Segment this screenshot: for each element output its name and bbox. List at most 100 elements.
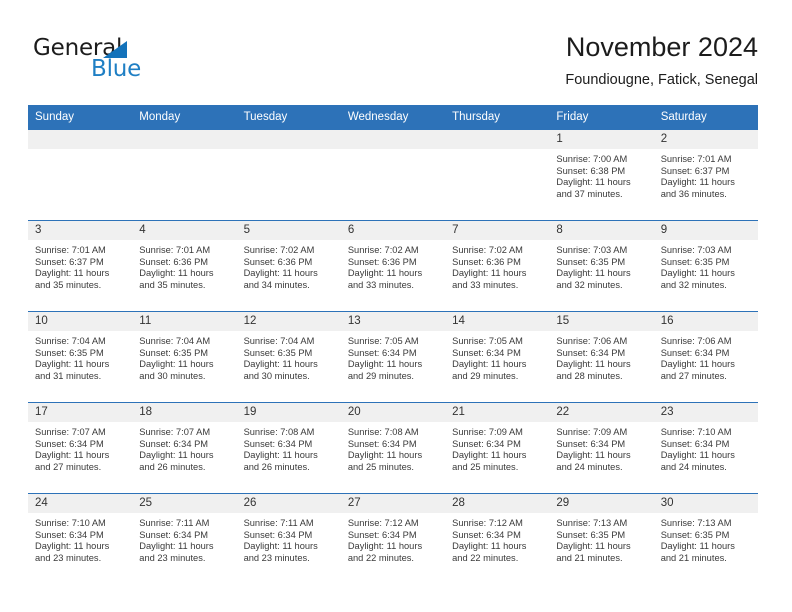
calendar-day-cell[interactable]: 10 Sunrise: 7:04 AM Sunset: 6:35 PM Dayligh… <box>28 311 133 403</box>
sunrise-text: Sunrise: 7:05 AM <box>347 336 419 346</box>
daylight-text-line1: Daylight: 11 hours <box>347 450 423 461</box>
day-details: Sunrise: 7:01 AM Sunset: 6:37 PM Daylight:… <box>654 149 758 200</box>
sunset-text: Sunset: 6:38 PM <box>556 165 626 176</box>
daylight-text-line2: and 33 minutes. <box>452 279 519 290</box>
calendar-day-cell[interactable]: 7 Sunrise: 7:02 AM Sunset: 6:36 PM Daylight… <box>445 220 550 312</box>
calendar-day-cell[interactable]: 22 Sunrise: 7:09 AM Sunset: 6:34 PM Dayligh… <box>549 402 654 494</box>
calendar-day-cell[interactable]: 21 Sunrise: 7:09 AM Sunset: 6:34 PM Dayligh… <box>445 402 550 494</box>
calendar-day-cell[interactable]: 17 Sunrise: 7:07 AM Sunset: 6:34 PM Dayligh… <box>28 402 133 494</box>
calendar-day-cell[interactable]: 4 Sunrise: 7:01 AM Sunset: 6:36 PM Daylight… <box>132 220 237 312</box>
day-details: Sunrise: 7:06 AM Sunset: 6:34 PM Daylight:… <box>549 331 653 382</box>
sunrise-text: Sunrise: 7:12 AM <box>347 518 419 528</box>
calendar-day-cell[interactable]: 6 Sunrise: 7:02 AM Sunset: 6:36 PM Daylight… <box>340 220 446 312</box>
day-details: Sunrise: 7:09 AM Sunset: 6:34 PM Daylight:… <box>445 422 549 473</box>
calendar-day-cell[interactable]: 13 Sunrise: 7:05 AM Sunset: 6:34 PM Dayligh… <box>340 311 446 403</box>
calendar-week-row: 24 Sunrise: 7:10 AM Sunset: 6:34 PM Dayligh… <box>28 493 758 584</box>
day-number: 27 <box>340 494 446 513</box>
daylight-text-line1: Daylight: 11 hours <box>139 541 214 552</box>
sunset-text: Sunset: 6:34 PM <box>452 347 521 358</box>
calendar-day-cell[interactable]: 30 Sunrise: 7:13 AM Sunset: 6:35 PM Dayligh… <box>653 493 758 584</box>
calendar-day-cell[interactable]: 5 Sunrise: 7:02 AM Sunset: 6:36 PM Daylight… <box>236 220 341 312</box>
logo-text-blue: Blue <box>91 56 142 82</box>
daylight-text-line1: Daylight: 11 hours <box>660 541 735 552</box>
day-number: 5 <box>236 221 341 240</box>
calendar-day-cell[interactable]: 2 Sunrise: 7:01 AM Sunset: 6:37 PM Daylight… <box>653 130 758 221</box>
sunset-text: Sunset: 6:34 PM <box>556 347 626 358</box>
daylight-text-line2: and 23 minutes. <box>139 552 206 563</box>
general-blue-logo[interactable]: General Blue <box>33 36 213 86</box>
daylight-text-line2: and 35 minutes. <box>139 279 206 290</box>
daylight-text-line1: Daylight: 11 hours <box>243 450 318 461</box>
day-details: Sunrise: 7:06 AM Sunset: 6:34 PM Daylight:… <box>654 331 758 382</box>
sunrise-text: Sunrise: 7:04 AM <box>139 336 211 346</box>
calendar-day-cell[interactable]: 8 Sunrise: 7:03 AM Sunset: 6:35 PM Daylight… <box>549 220 654 312</box>
calendar-cell-empty <box>132 130 237 221</box>
day-number: 3 <box>28 221 133 240</box>
daylight-text-line1: Daylight: 11 hours <box>452 450 527 461</box>
calendar-week-row: 1 Sunrise: 7:00 AM Sunset: 6:38 PM Daylight… <box>28 130 758 221</box>
daylight-text-line2: and 33 minutes. <box>347 279 414 290</box>
calendar-week-row: 10 Sunrise: 7:04 AM Sunset: 6:35 PM Dayligh… <box>28 311 758 403</box>
day-details: Sunrise: 7:09 AM Sunset: 6:34 PM Daylight:… <box>549 422 653 473</box>
day-number: 17 <box>28 403 133 422</box>
day-number: 9 <box>653 221 758 240</box>
calendar-day-cell[interactable]: 1 Sunrise: 7:00 AM Sunset: 6:38 PM Daylight… <box>549 130 654 221</box>
calendar-day-cell[interactable]: 14 Sunrise: 7:05 AM Sunset: 6:34 PM Dayligh… <box>445 311 550 403</box>
calendar-day-cell[interactable]: 26 Sunrise: 7:11 AM Sunset: 6:34 PM Dayligh… <box>236 493 341 584</box>
daylight-text-line1: Daylight: 11 hours <box>660 359 735 370</box>
calendar-day-cell[interactable]: 11 Sunrise: 7:04 AM Sunset: 6:35 PM Dayligh… <box>132 311 237 403</box>
day-number: 16 <box>653 312 758 331</box>
sunrise-text: Sunrise: 7:03 AM <box>556 245 628 255</box>
calendar-day-cell[interactable]: 18 Sunrise: 7:07 AM Sunset: 6:34 PM Dayligh… <box>132 402 237 494</box>
day-number: 6 <box>340 221 446 240</box>
day-details: Sunrise: 7:03 AM Sunset: 6:35 PM Daylight:… <box>549 240 653 291</box>
calendar-day-cell[interactable]: 15 Sunrise: 7:06 AM Sunset: 6:34 PM Dayligh… <box>549 311 654 403</box>
sunset-text: Sunset: 6:35 PM <box>139 347 209 358</box>
day-details: Sunrise: 7:10 AM Sunset: 6:34 PM Daylight:… <box>28 513 132 564</box>
day-number: 7 <box>445 221 550 240</box>
calendar-day-cell[interactable]: 12 Sunrise: 7:04 AM Sunset: 6:35 PM Dayligh… <box>236 311 341 403</box>
calendar-day-cell[interactable]: 20 Sunrise: 7:08 AM Sunset: 6:34 PM Dayligh… <box>340 402 446 494</box>
sunrise-text: Sunrise: 7:02 AM <box>347 245 419 255</box>
daylight-text-line2: and 23 minutes. <box>35 552 102 563</box>
day-details: Sunrise: 7:12 AM Sunset: 6:34 PM Daylight:… <box>341 513 445 564</box>
calendar-day-cell[interactable]: 25 Sunrise: 7:11 AM Sunset: 6:34 PM Dayligh… <box>132 493 237 584</box>
sunrise-text: Sunrise: 7:11 AM <box>243 518 314 528</box>
day-number: 15 <box>549 312 654 331</box>
daylight-text-line2: and 25 minutes. <box>347 461 414 472</box>
daylight-text-line1: Daylight: 11 hours <box>556 359 631 370</box>
sunset-text: Sunset: 6:35 PM <box>660 256 730 267</box>
day-number: 21 <box>445 403 550 422</box>
daylight-text-line2: and 27 minutes. <box>35 461 102 472</box>
calendar-day-cell[interactable]: 29 Sunrise: 7:13 AM Sunset: 6:35 PM Dayligh… <box>549 493 654 584</box>
sunrise-text: Sunrise: 7:07 AM <box>139 427 211 437</box>
daylight-text-line2: and 22 minutes. <box>452 552 519 563</box>
calendar-day-cell[interactable]: 23 Sunrise: 7:10 AM Sunset: 6:34 PM Dayligh… <box>653 402 758 494</box>
daylight-text-line1: Daylight: 11 hours <box>139 359 214 370</box>
calendar-day-cell[interactable]: 28 Sunrise: 7:12 AM Sunset: 6:34 PM Dayligh… <box>445 493 550 584</box>
calendar-day-cell[interactable]: 9 Sunrise: 7:03 AM Sunset: 6:35 PM Daylight… <box>653 220 758 312</box>
sunrise-text: Sunrise: 7:05 AM <box>452 336 523 346</box>
title-block: November 2024 Foundiougne, Fatick, Seneg… <box>565 30 758 90</box>
calendar-day-cell[interactable]: 16 Sunrise: 7:06 AM Sunset: 6:34 PM Dayligh… <box>653 311 758 403</box>
daylight-text-line1: Daylight: 11 hours <box>243 268 318 279</box>
day-number: 22 <box>549 403 654 422</box>
calendar-day-cell[interactable]: 24 Sunrise: 7:10 AM Sunset: 6:34 PM Dayligh… <box>28 493 133 584</box>
day-number: 8 <box>549 221 654 240</box>
calendar-day-cell[interactable]: 27 Sunrise: 7:12 AM Sunset: 6:34 PM Dayligh… <box>340 493 446 584</box>
sunrise-text: Sunrise: 7:12 AM <box>452 518 523 528</box>
calendar-day-cell[interactable]: 19 Sunrise: 7:08 AM Sunset: 6:34 PM Dayligh… <box>236 402 341 494</box>
page-subtitle: Foundiougne, Fatick, Senegal <box>565 72 758 88</box>
day-number: 24 <box>28 494 133 513</box>
daylight-text-line1: Daylight: 11 hours <box>347 541 423 552</box>
daylight-text-line1: Daylight: 11 hours <box>556 450 631 461</box>
day-number <box>236 130 341 149</box>
sunset-text: Sunset: 6:34 PM <box>243 529 313 540</box>
daylight-text-line2: and 21 minutes. <box>556 552 623 563</box>
sunset-text: Sunset: 6:35 PM <box>556 529 626 540</box>
sunset-text: Sunset: 6:35 PM <box>556 256 626 267</box>
calendar-day-cell[interactable]: 3 Sunrise: 7:01 AM Sunset: 6:37 PM Daylight… <box>28 220 133 312</box>
day-number: 20 <box>340 403 446 422</box>
sunrise-text: Sunrise: 7:04 AM <box>35 336 106 346</box>
calendar-cell-empty <box>340 130 446 221</box>
